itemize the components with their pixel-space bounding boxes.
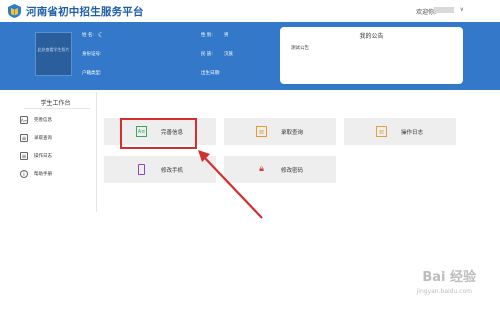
baidu-watermark-url: jingyan.baidu.com [416,288,472,295]
baidu-watermark: Bai 经验 [422,270,476,285]
